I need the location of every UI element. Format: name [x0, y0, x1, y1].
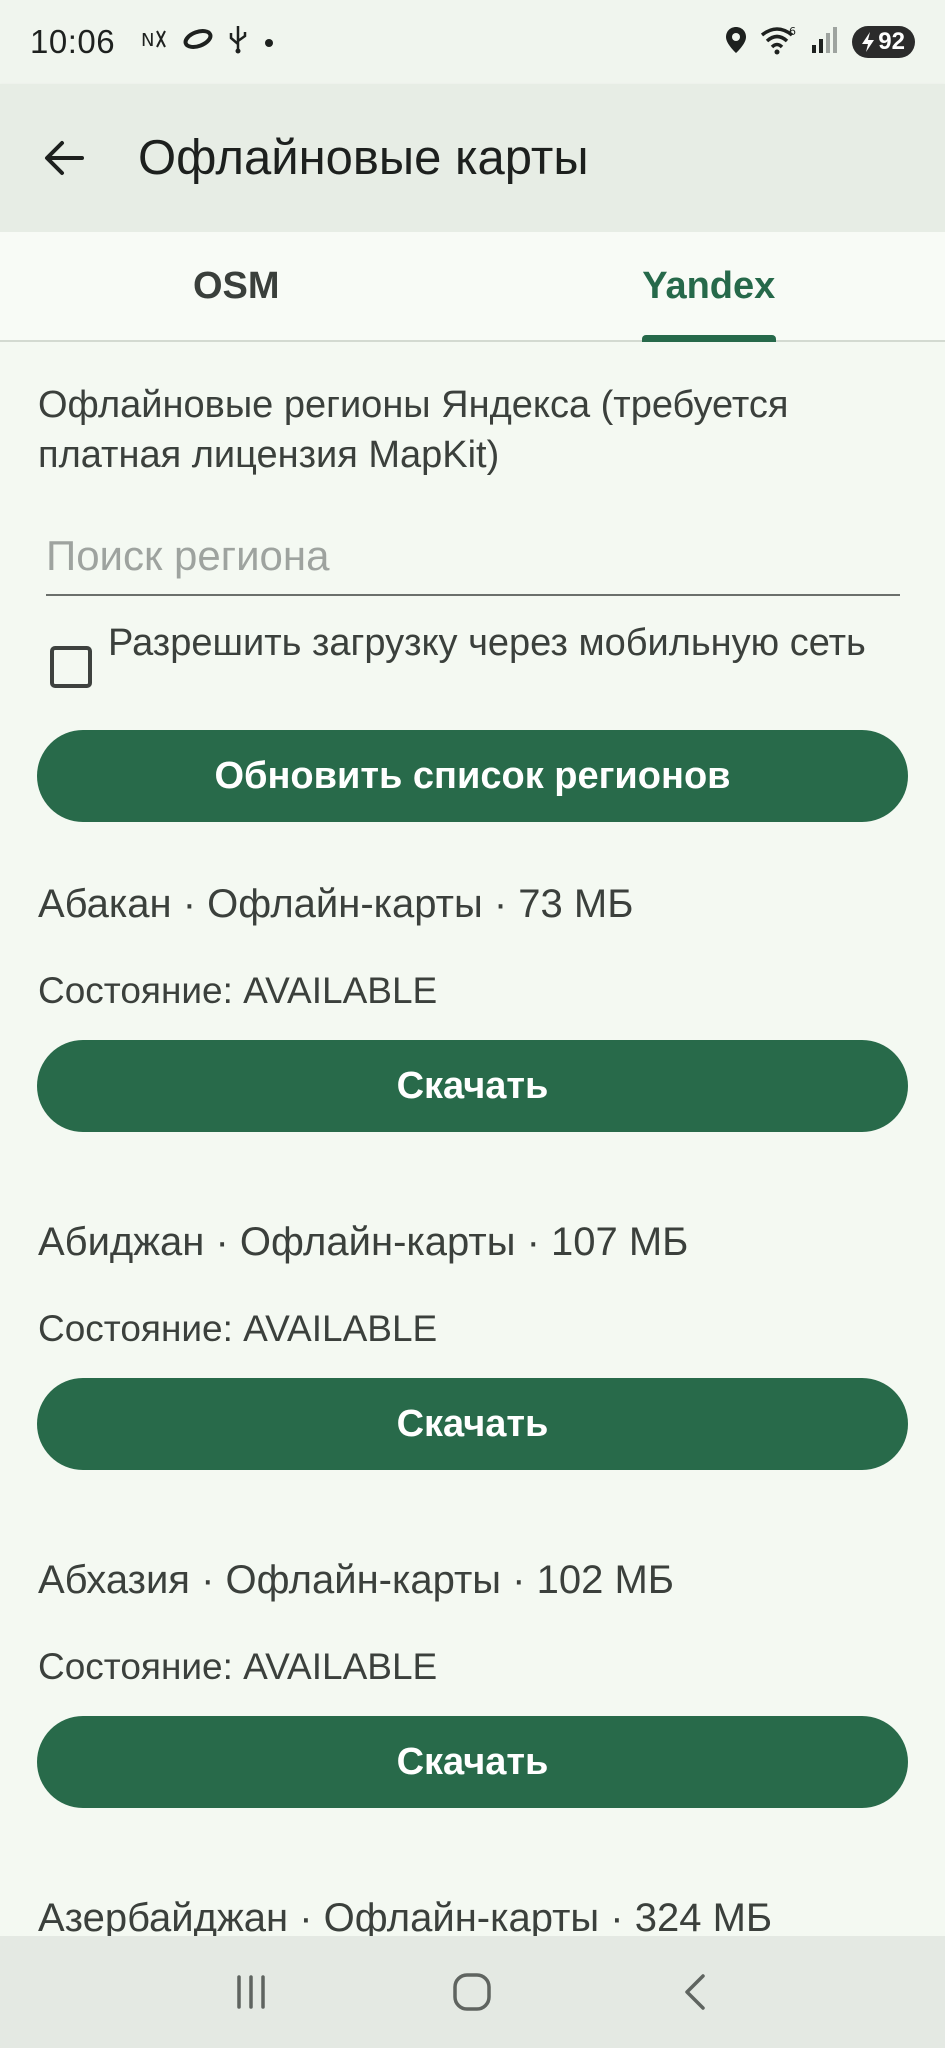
svg-text:N: N [141, 30, 154, 51]
wifi-icon: 6 [760, 25, 798, 60]
home-button[interactable] [432, 1952, 512, 2032]
tab-yandex[interactable]: Yandex [473, 232, 945, 340]
intro-text: Офлайновые регионы Яндекса (требуется пл… [38, 384, 789, 476]
status-system-icons: 6 92 [724, 25, 915, 60]
charging-icon [862, 32, 875, 52]
download-button[interactable]: Скачать [37, 1378, 908, 1470]
recent-apps-button[interactable] [211, 1952, 291, 2032]
yandex-regions-content[interactable]: Офлайновые регионы Яндекса (требуется пл… [0, 342, 945, 1936]
region-title: Азербайджан · Офлайн-карты · 324 МБ [38, 1896, 773, 1936]
location-icon [724, 25, 748, 60]
home-icon [453, 1973, 492, 2011]
page-title: Офлайновые карты [138, 131, 589, 185]
dot-icon [263, 28, 275, 56]
back-button[interactable] [28, 122, 100, 194]
system-navigation-bar [0, 1936, 945, 2048]
battery-indicator: 92 [852, 26, 915, 58]
arrow-left-icon [45, 141, 84, 175]
chevron-left-icon [685, 1974, 705, 2010]
recent-apps-icon [237, 1975, 265, 2009]
usb-icon [227, 24, 249, 61]
svg-text:6: 6 [789, 25, 796, 38]
sync-icon [183, 27, 213, 58]
region-state: Состояние: AVAILABLE [38, 970, 438, 1011]
refresh-regions-button[interactable]: Обновить список регионов [37, 730, 908, 822]
download-button[interactable]: Скачать [37, 1716, 908, 1808]
nfc-icon: N [141, 25, 169, 60]
status-bar: 10:06 N 6 92 [0, 0, 945, 84]
tab-osm[interactable]: OSM [0, 232, 473, 340]
signal-icon [810, 25, 840, 60]
tab-bar: OSM Yandex [0, 232, 945, 342]
region-title: Абхазия · Офлайн-карты · 102 МБ [38, 1558, 675, 1602]
region-state: Состояние: AVAILABLE [38, 1646, 438, 1687]
search-field[interactable] [46, 518, 900, 596]
download-button[interactable]: Скачать [37, 1040, 908, 1132]
battery-level: 92 [878, 28, 905, 55]
back-nav-button[interactable] [654, 1952, 734, 2032]
mobile-network-checkbox[interactable] [50, 646, 92, 688]
mobile-network-label[interactable]: Разрешить загрузку через мобильную сеть [108, 618, 866, 668]
region-title: Абакан · Офлайн-карты · 73 МБ [38, 882, 634, 926]
search-input[interactable] [46, 518, 900, 594]
region-title: Абиджан · Офлайн-карты · 107 МБ [38, 1220, 689, 1264]
status-time: 10:06 [30, 23, 116, 60]
mobile-network-option[interactable]: Разрешить загрузку через мобильную сеть [50, 618, 910, 688]
app-bar: Офлайновые карты [0, 84, 945, 232]
status-notification-icons: N [141, 24, 275, 61]
region-state: Состояние: AVAILABLE [38, 1308, 438, 1349]
